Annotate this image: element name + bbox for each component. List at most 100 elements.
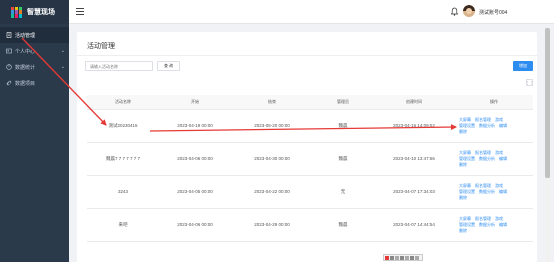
admin-cell: 无 [313,175,373,209]
chevron-down-icon: ⌄ [60,48,65,54]
divider [77,55,537,56]
start-cell: 2023-04-06 00:00 [159,142,231,176]
logo-tile [18,10,22,14]
logo-tile [11,10,15,14]
end-cell: 2023-05-20 00:00 [231,109,313,143]
logo-tile [18,6,22,10]
ime-punct-icon[interactable] [395,255,399,260]
op-link[interactable]: 游戏 [495,117,503,122]
op-link[interactable]: 大屏幕 [459,183,471,188]
sidebar-item-activity-management[interactable]: 活动管理 [0,27,69,43]
op-link[interactable]: 管理设置 [459,123,475,128]
sidebar-item-label: 个人中心 [15,48,36,55]
op-link[interactable]: 管理设置 [459,156,475,161]
ime-user-icon[interactable] [410,255,414,260]
activity-table: 活动名称 开始 结束 管理员 创建时间 操作 测试20230415 2023-04… [87,95,533,242]
document-icon [6,32,12,38]
add-button[interactable]: 增加 [513,61,533,71]
logo-text: 智慧现场 [27,9,55,16]
sidebar-item-label: 数据项目 [15,80,36,87]
op-link[interactable]: 游戏 [495,150,503,155]
column-header-end: 结束 [231,95,313,110]
columns-toggle-icon[interactable]: ⋮⋮ [526,79,534,86]
name-cell: 3243 [87,175,159,209]
table-row: 测试20230415 2023-04-19 00:00 2023-05-20 00:… [87,109,533,143]
ime-keyboard-icon[interactable] [405,255,409,260]
search-button[interactable]: 查 询 [157,61,180,71]
start-cell: 2023-04-05 00:00 [159,175,231,209]
sidebar-item-label: 数据统计 [15,64,36,71]
table-row: 魏晨7 7 7 7 7 7 7 2023-04-06 00:00 2023-04-3… [87,142,533,176]
ime-skin-icon[interactable] [415,255,419,260]
logo-tile [14,10,19,14]
sidebar-item-data-project[interactable]: 数据项目 [0,75,69,91]
chart-icon [6,64,12,70]
ops-cell: 大屏幕 报名管理 游戏管理设置 数据分析 编辑删除 [455,175,533,209]
op-link[interactable]: 数据分析 [479,156,495,161]
op-link[interactable]: 删除 [459,162,467,167]
search-input[interactable] [85,61,153,71]
bell-icon[interactable] [451,7,458,16]
table-header-row: 活动名称 开始 结束 管理员 创建时间 操作 [87,95,533,110]
name-cell: 来吧 [87,208,159,242]
op-link[interactable]: 管理设置 [459,189,475,194]
column-header-ops: 操作 [455,95,533,110]
op-link[interactable]: 数据分析 [479,222,495,227]
topbar: 测试账号004 [69,0,554,24]
op-link[interactable]: 管理设置 [459,222,475,227]
table-row: 来吧 2023-04-06 00:00 2023-04-29 00:00 魏晨 2023… [87,208,533,242]
logo: 智慧现场 [0,0,69,24]
column-header-admin: 管理员 [313,95,373,110]
op-link[interactable]: 数据分析 [479,189,495,194]
op-link[interactable]: 编辑 [499,156,507,161]
op-link[interactable]: 大屏幕 [459,117,471,122]
created-cell: 2023-04-07 14:44:54 [373,208,455,242]
ime-lang-icon[interactable] [390,255,394,260]
op-link[interactable]: 删除 [459,129,467,134]
scrollbar[interactable] [545,28,550,262]
admin-cell: 魏晨 [313,142,373,176]
op-link[interactable]: 删除 [459,195,467,200]
op-link[interactable]: 游戏 [495,183,503,188]
op-link[interactable]: 数据分析 [479,123,495,128]
table-row: 3243 2023-04-05 00:00 2023-04-22 00:00 无 202… [87,175,533,209]
created-cell: 2023-04-07 17:34:03 [373,175,455,209]
admin-cell: 魏晨 [313,208,373,242]
op-link[interactable]: 删除 [459,228,467,233]
admin-cell: 魏晨 [313,109,373,143]
end-cell: 2023-04-22 00:00 [231,175,313,209]
op-link[interactable]: 编辑 [499,123,507,128]
op-link[interactable]: 报名管理 [475,117,491,122]
created-cell: 2023-04-10 13:47:56 [373,142,455,176]
ime-logo-icon[interactable] [385,255,389,260]
logo-tile [11,14,15,18]
start-cell: 2023-04-19 00:00 [159,109,231,143]
ime-toolbar[interactable] [383,254,423,261]
op-link[interactable]: 报名管理 [475,183,491,188]
op-link[interactable]: 游戏 [495,216,503,221]
op-link[interactable]: 大屏幕 [459,150,471,155]
avatar[interactable] [463,5,475,17]
hamburger-icon[interactable] [76,8,84,15]
end-cell: 2023-04-30 00:00 [231,142,313,176]
column-header-name: 活动名称 [87,95,159,110]
ime-mic-icon[interactable] [400,255,404,260]
chevron-down-icon: ⌄ [60,64,65,70]
name-cell: 魏晨7 7 7 7 7 7 7 [87,142,159,176]
op-link[interactable]: 报名管理 [475,216,491,221]
username[interactable]: 测试账号004 [479,9,507,16]
sidebar-item-data-statistics[interactable]: 数据统计 ⌄ [0,59,69,75]
created-cell: 2023-04-16 14:09:52 [373,109,455,143]
scroll-thumb[interactable] [545,28,550,178]
main-panel: 活动管理 查 询 增加 ⋮⋮ 活动名称 开始 结束 管理员 创建时间 操作 测试… [77,32,537,262]
logo-tile [14,14,19,18]
op-link[interactable]: 编辑 [499,189,507,194]
op-link[interactable]: 编辑 [499,222,507,227]
start-cell: 2023-04-06 00:00 [159,208,231,242]
sidebar-item-personal-center[interactable]: 个人中心 ⌄ [0,43,69,59]
op-link[interactable]: 报名管理 [475,150,491,155]
name-cell: 测试20230415 [87,109,159,143]
logo-tile [11,6,15,10]
link-icon [6,80,12,86]
op-link[interactable]: 大屏幕 [459,216,471,221]
